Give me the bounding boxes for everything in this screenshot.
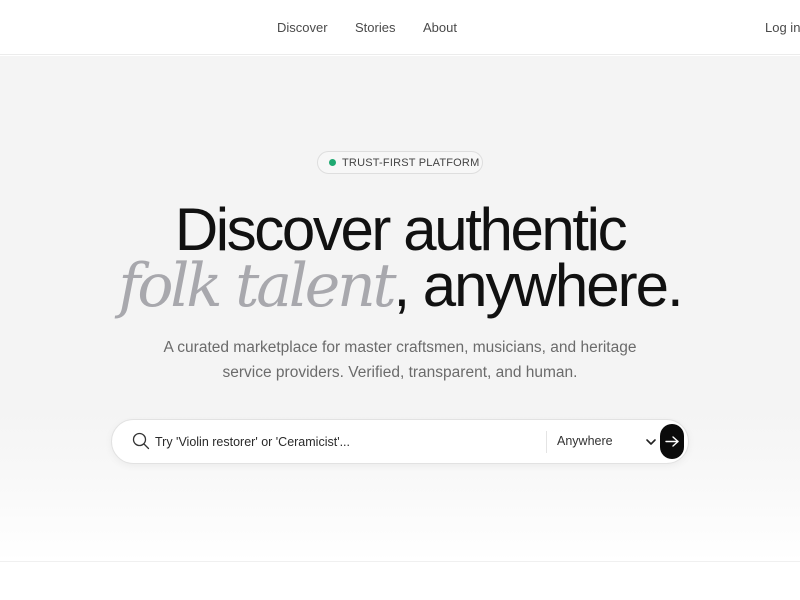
hero-subtitle: A curated marketplace for master craftsm… (163, 339, 637, 381)
location-select[interactable]: Anywhere (557, 433, 657, 451)
trust-badge: TRUST-FIRST PLATFORM (317, 151, 483, 174)
search-input[interactable] (155, 433, 540, 451)
headline-accent-text: folk talent (118, 251, 396, 321)
hero-headline-line-2: folk talent, anywhere. (0, 252, 800, 320)
arrow-right-icon (665, 436, 679, 447)
section-divider (0, 561, 800, 562)
chevron-down-icon (646, 439, 656, 445)
nav-link-about[interactable]: About (423, 20, 457, 35)
location-selected-label: Anywhere (557, 434, 613, 448)
nav-link-discover[interactable]: Discover (277, 20, 328, 35)
search-icon (132, 432, 150, 450)
status-dot-icon (329, 159, 336, 166)
login-link[interactable]: Log in (765, 20, 800, 35)
search-submit-button[interactable] (660, 424, 684, 459)
top-navigation: Discover Stories About Log in (0, 0, 800, 55)
nav-link-stories[interactable]: Stories (355, 20, 395, 35)
headline-rest-text: , anywhere. (393, 252, 683, 319)
search-divider (546, 431, 547, 453)
search-bar: Anywhere (111, 419, 689, 464)
badge-label: TRUST-FIRST PLATFORM (342, 157, 480, 169)
